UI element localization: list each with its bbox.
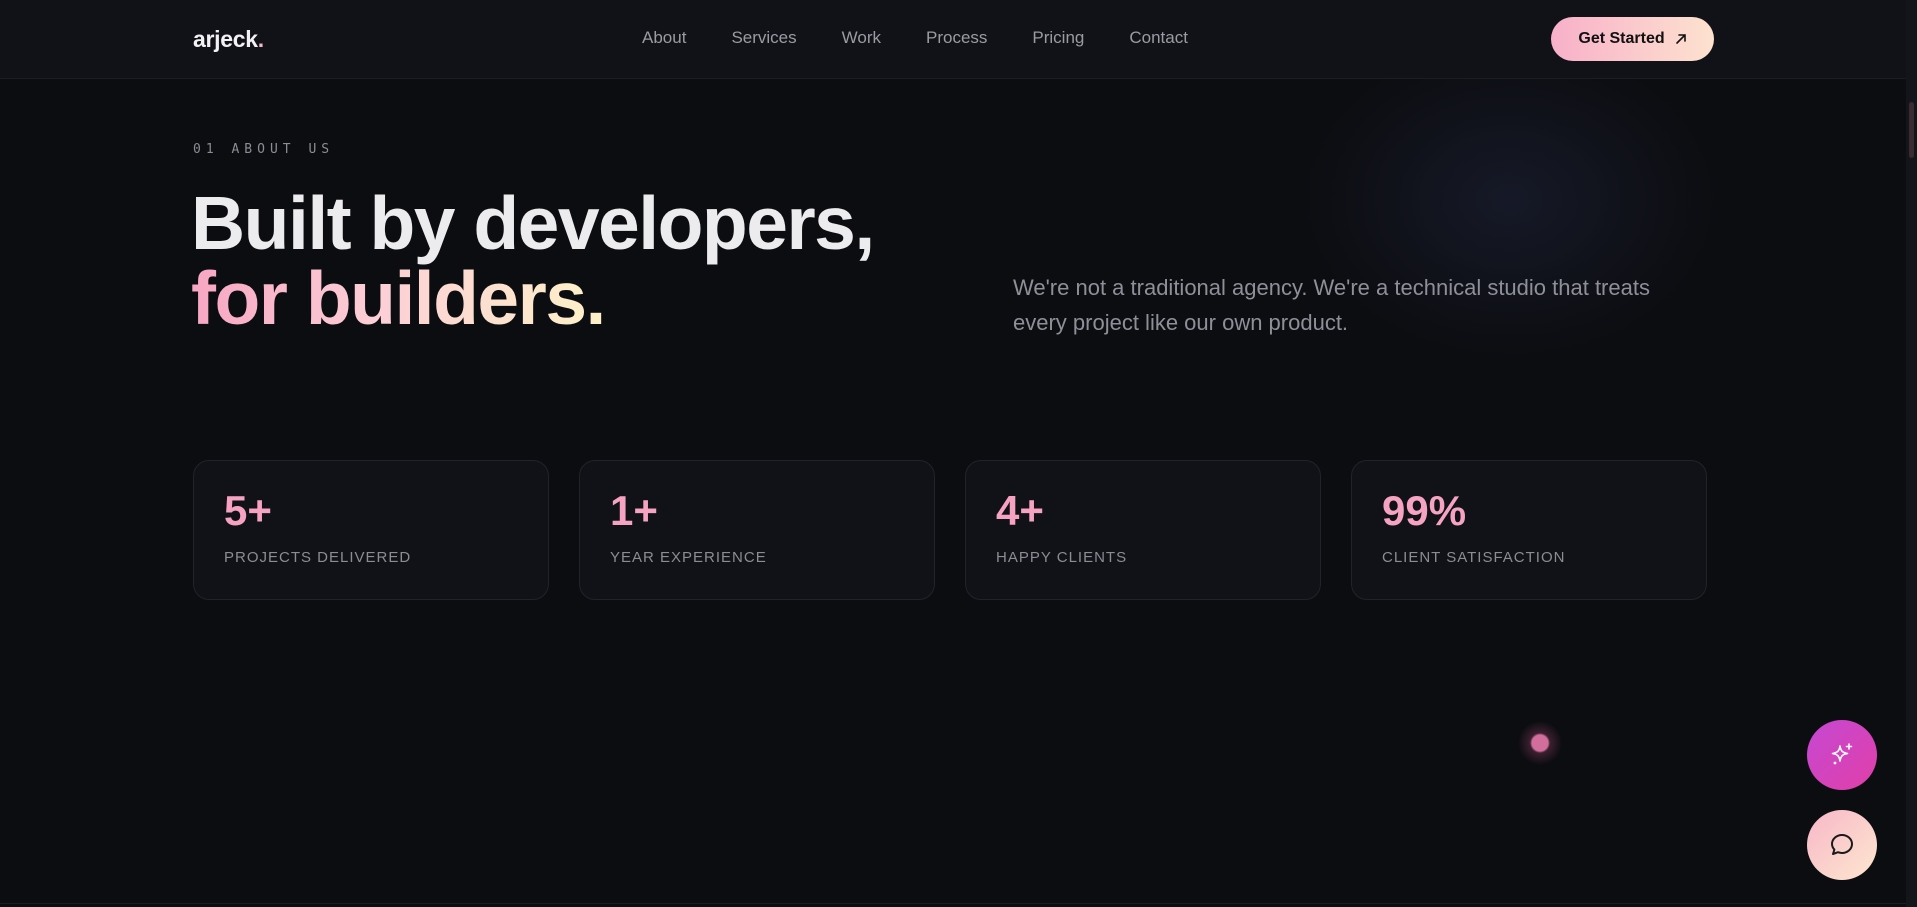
stat-card: 5+ PROJECTS DELIVERED	[193, 460, 549, 600]
stat-label: CLIENT SATISFACTION	[1382, 549, 1566, 566]
brand-logo[interactable]: arjeck.	[193, 26, 264, 53]
hero-title: Built by developers, for builders.	[191, 181, 875, 340]
section-eyebrow: 01 ABOUT US	[193, 142, 335, 157]
nav-link-pricing[interactable]: Pricing	[1032, 28, 1084, 48]
hero-title-line1: Built by developers,	[191, 181, 875, 265]
stats-row: 5+ PROJECTS DELIVERED 1+ YEAR EXPERIENCE…	[193, 460, 1707, 600]
chat-bubble-icon	[1831, 834, 1853, 855]
brand-logo-text: arjeck	[193, 26, 258, 52]
get-started-label: Get Started	[1578, 30, 1665, 47]
hero-title-line2: for builders.	[191, 256, 606, 340]
brand-logo-dot: .	[257, 26, 264, 52]
nav-link-about[interactable]: About	[642, 28, 686, 48]
nav-link-contact[interactable]: Contact	[1129, 28, 1188, 48]
nav-link-work[interactable]: Work	[842, 28, 881, 48]
stat-value: 99%	[1382, 487, 1467, 534]
stat-label: YEAR EXPERIENCE	[610, 549, 767, 566]
sparkles-icon	[1831, 743, 1853, 765]
nav-link-process[interactable]: Process	[926, 28, 987, 48]
stat-label: HAPPY CLIENTS	[996, 549, 1128, 566]
stat-value: 1+	[610, 487, 658, 534]
stat-card: 4+ HAPPY CLIENTS	[965, 460, 1321, 600]
main-nav: About Services Work Process Pricing Cont…	[642, 28, 1188, 48]
nav-link-services[interactable]: Services	[731, 28, 796, 48]
stat-value: 4+	[996, 487, 1044, 534]
page-scrollbar[interactable]	[1906, 0, 1917, 907]
chat-button[interactable]	[1807, 810, 1877, 880]
hero-description: We're not a traditional agency. We're a …	[1013, 275, 1650, 335]
top-navbar: arjeck. About Services Work Process Pric…	[0, 0, 1906, 79]
stat-label: PROJECTS DELIVERED	[224, 549, 412, 566]
scrollbar-thumb[interactable]	[1909, 102, 1914, 158]
stat-card: 1+ YEAR EXPERIENCE	[579, 460, 935, 600]
stat-card: 99% CLIENT SATISFACTION	[1351, 460, 1707, 600]
ai-assistant-button[interactable]	[1807, 720, 1877, 790]
stat-value: 5+	[224, 487, 272, 534]
section-divider	[0, 903, 1906, 904]
arrow-up-right-icon	[1675, 34, 1686, 44]
get-started-button[interactable]: Get Started	[1551, 17, 1714, 61]
custom-cursor	[1518, 721, 1562, 765]
